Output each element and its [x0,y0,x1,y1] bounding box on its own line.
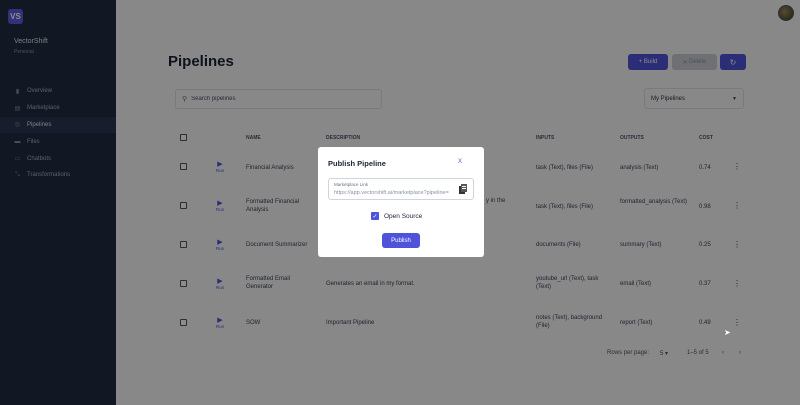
open-source-label: Open Source [384,212,423,220]
marketplace-link-label: Marketplace Link [334,182,369,187]
copy-icon[interactable] [459,184,467,194]
close-button[interactable]: X [458,159,462,165]
open-source-toggle[interactable]: ✓ Open Source [371,212,422,220]
marketplace-link-field[interactable]: Marketplace Link https://app.vectorshift… [328,178,474,200]
open-source-checkbox[interactable]: ✓ [371,212,379,220]
publish-pipeline-dialog: Publish Pipeline X Marketplace Link http… [318,147,484,257]
marketplace-link-value[interactable]: https://app.vectorshift.ai/marketplace?p… [334,190,454,196]
mouse-cursor-icon: ➤ [724,328,731,337]
publish-button[interactable]: Publish [382,233,420,248]
dialog-title: Publish Pipeline [328,159,386,168]
